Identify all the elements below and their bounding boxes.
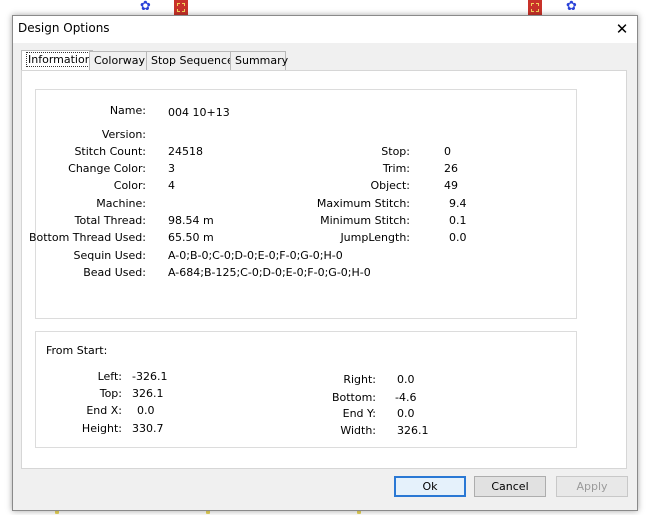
color-value: 4 [168,179,175,192]
jump-length-label: JumpLength: [340,231,410,244]
width-label: Width: [340,424,376,437]
sequin-used-value: A-0;B-0;C-0;D-0;E-0;F-0;G-0;H-0 [168,249,343,262]
top-value: 326.1 [132,387,164,400]
right-label: Right: [343,373,376,386]
tab-information[interactable]: Information [21,50,94,71]
change-color-label: Change Color: [68,162,146,175]
red-block [174,0,188,15]
maximum-stitch-value: 9.4 [449,197,467,210]
minimum-stitch-value: 0.1 [449,214,467,227]
height-label: Height: [81,422,122,435]
bottom-value: -4.6 [395,391,417,404]
version-label: Version: [101,128,146,141]
flower-icon: ✿ [566,0,577,14]
change-color-value: 3 [168,162,175,175]
bottom-thread-value: 65.50 m [168,231,214,244]
total-thread-label: Total Thread: [74,214,146,227]
height-value: 330.7 [132,422,164,435]
minimum-stitch-label: Minimum Stitch: [320,214,410,227]
ok-button[interactable]: Ok [394,476,466,497]
name-label: Name: [109,104,146,117]
close-icon[interactable]: ✕ [607,16,637,43]
bottom-thread-label: Bottom Thread Used: [28,231,146,244]
cancel-button[interactable]: Cancel [474,476,546,497]
jump-length-value: 0.0 [449,231,467,244]
left-value: -326.1 [132,370,168,383]
red-block [528,0,542,15]
apply-button[interactable]: Apply [556,476,628,497]
stitch-count-value: 24518 [168,145,203,158]
from-start-group: From Start: Left: -326.1 Top: 326.1 End … [35,331,577,448]
embroidery-design-preview: ✿ [526,0,582,15]
sequin-used-label: Sequin Used: [73,249,146,262]
left-label: Left: [97,370,122,383]
from-start-title: From Start: [46,344,108,357]
dialog-title: Design Options [18,21,110,35]
bead-used-value: A-684;B-125;C-0;D-0;E-0;F-0;G-0;H-0 [168,266,371,279]
flower-icon: ✿ [140,0,151,14]
object-label: Object: [370,179,410,192]
end-x-label: End X: [86,404,122,417]
tab-stop-sequence[interactable]: Stop Sequence [146,51,234,70]
stop-label: Stop: [381,145,410,158]
width-value: 326.1 [397,424,429,437]
stop-value: 0 [444,145,451,158]
color-label: Color: [113,179,146,192]
design-options-dialog: Design Options ✕ Information Colorway St… [12,15,638,511]
embroidery-design-preview: ✿ [136,0,192,15]
maximum-stitch-label: Maximum Stitch: [316,197,410,210]
trim-label: Trim: [382,162,410,175]
end-y-value: 0.0 [397,407,415,420]
tab-colorway[interactable]: Colorway [89,51,148,70]
right-value: 0.0 [397,373,415,386]
bead-used-label: Bead Used: [83,266,146,279]
machine-label: Machine: [96,197,146,210]
object-value: 49 [444,179,458,192]
top-label: Top: [99,387,122,400]
information-panel: Name: 004 10+13 Version: Stitch Count: 2… [21,70,627,469]
name-value: 004 10+13 [168,106,230,119]
tab-summary[interactable]: Summary [230,51,288,70]
end-y-label: End Y: [342,407,376,420]
total-thread-value: 98.54 m [168,214,214,227]
end-x-value: 0.0 [137,404,155,417]
title-bar: Design Options ✕ [13,16,637,43]
stitch-count-label: Stitch Count: [74,145,146,158]
design-info-group: Name: 004 10+13 Version: Stitch Count: 2… [29,89,577,319]
bottom-label: Bottom: [331,391,376,404]
trim-value: 26 [444,162,458,175]
